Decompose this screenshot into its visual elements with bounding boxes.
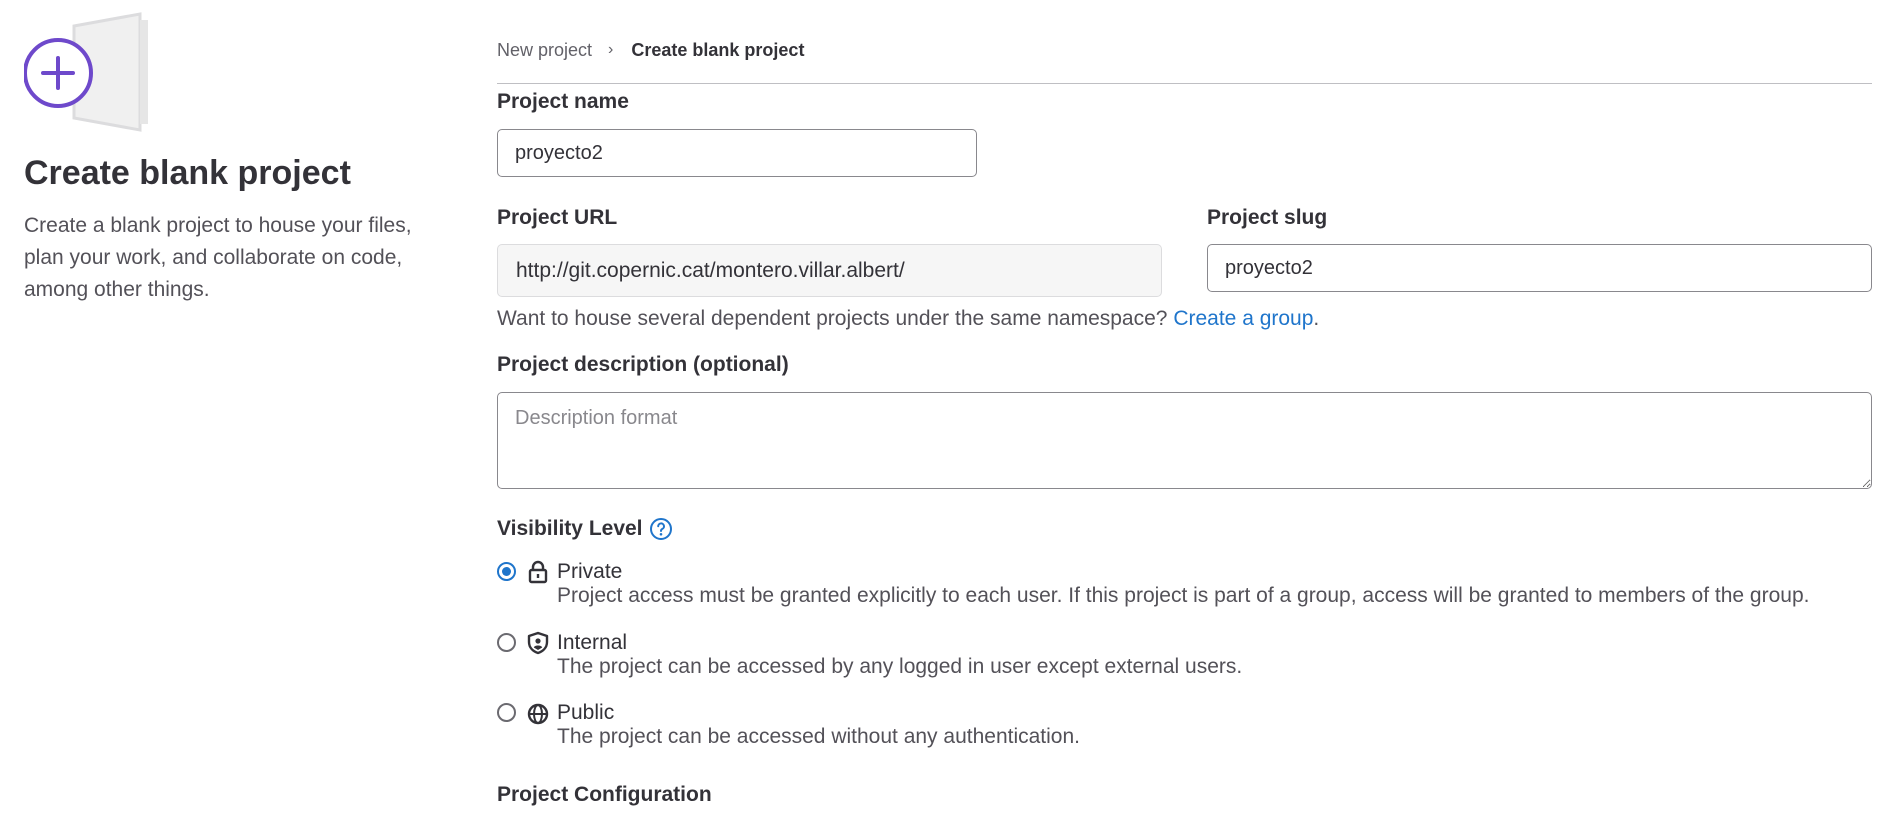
project-name-label: Project name [497, 90, 629, 113]
private-radio[interactable] [497, 562, 516, 581]
project-form: New project › Create blank project Proje… [497, 0, 1872, 825]
shield-icon [527, 631, 549, 655]
project-slug-label: Project slug [1207, 206, 1328, 229]
project-url-value: http://git.copernic.cat/montero.villar.a… [516, 258, 905, 282]
chevron-right-icon: › [608, 41, 614, 58]
breadcrumb-new-project[interactable]: New project [497, 40, 592, 61]
project-name-input[interactable] [497, 129, 977, 177]
public-description: The project can be accessed without any … [557, 725, 1080, 748]
globe-icon [527, 703, 549, 725]
question-circle-icon[interactable] [649, 517, 673, 541]
project-url-field: http://git.copernic.cat/montero.villar.a… [497, 244, 1162, 297]
project-description-label: Project description (optional) [497, 353, 789, 376]
lock-icon [528, 560, 548, 584]
visibility-level-label: Visibility Level [497, 517, 643, 540]
namespace-help: Want to house several dependent projects… [497, 307, 1319, 331]
project-configuration-title: Project Configuration [497, 783, 712, 806]
create-group-link[interactable]: Create a group [1173, 307, 1313, 330]
private-description: Project access must be granted explicitl… [557, 584, 1810, 607]
namespace-help-suffix: . [1313, 307, 1320, 330]
internal-label: Internal [557, 631, 628, 654]
breadcrumb: New project › Create blank project [497, 38, 804, 62]
namespace-help-text: Want to house several dependent projects… [497, 307, 1168, 330]
public-label: Public [557, 701, 615, 724]
private-label: Private [557, 560, 623, 583]
project-url-label: Project URL [497, 206, 618, 229]
intro-description: Create a blank project to house your fil… [24, 214, 412, 301]
project-slug-input[interactable] [1207, 244, 1872, 292]
visibility-level-title: Visibility Level [497, 517, 673, 541]
new-project-illustration-icon [24, 12, 148, 132]
divider [497, 83, 1872, 84]
project-description-textarea[interactable] [497, 392, 1872, 489]
intro-title: Create blank project [24, 154, 351, 192]
internal-radio[interactable] [497, 633, 516, 652]
internal-description: The project can be accessed by any logge… [557, 655, 1243, 678]
public-radio[interactable] [497, 703, 516, 722]
breadcrumb-current: Create blank project [631, 39, 805, 60]
